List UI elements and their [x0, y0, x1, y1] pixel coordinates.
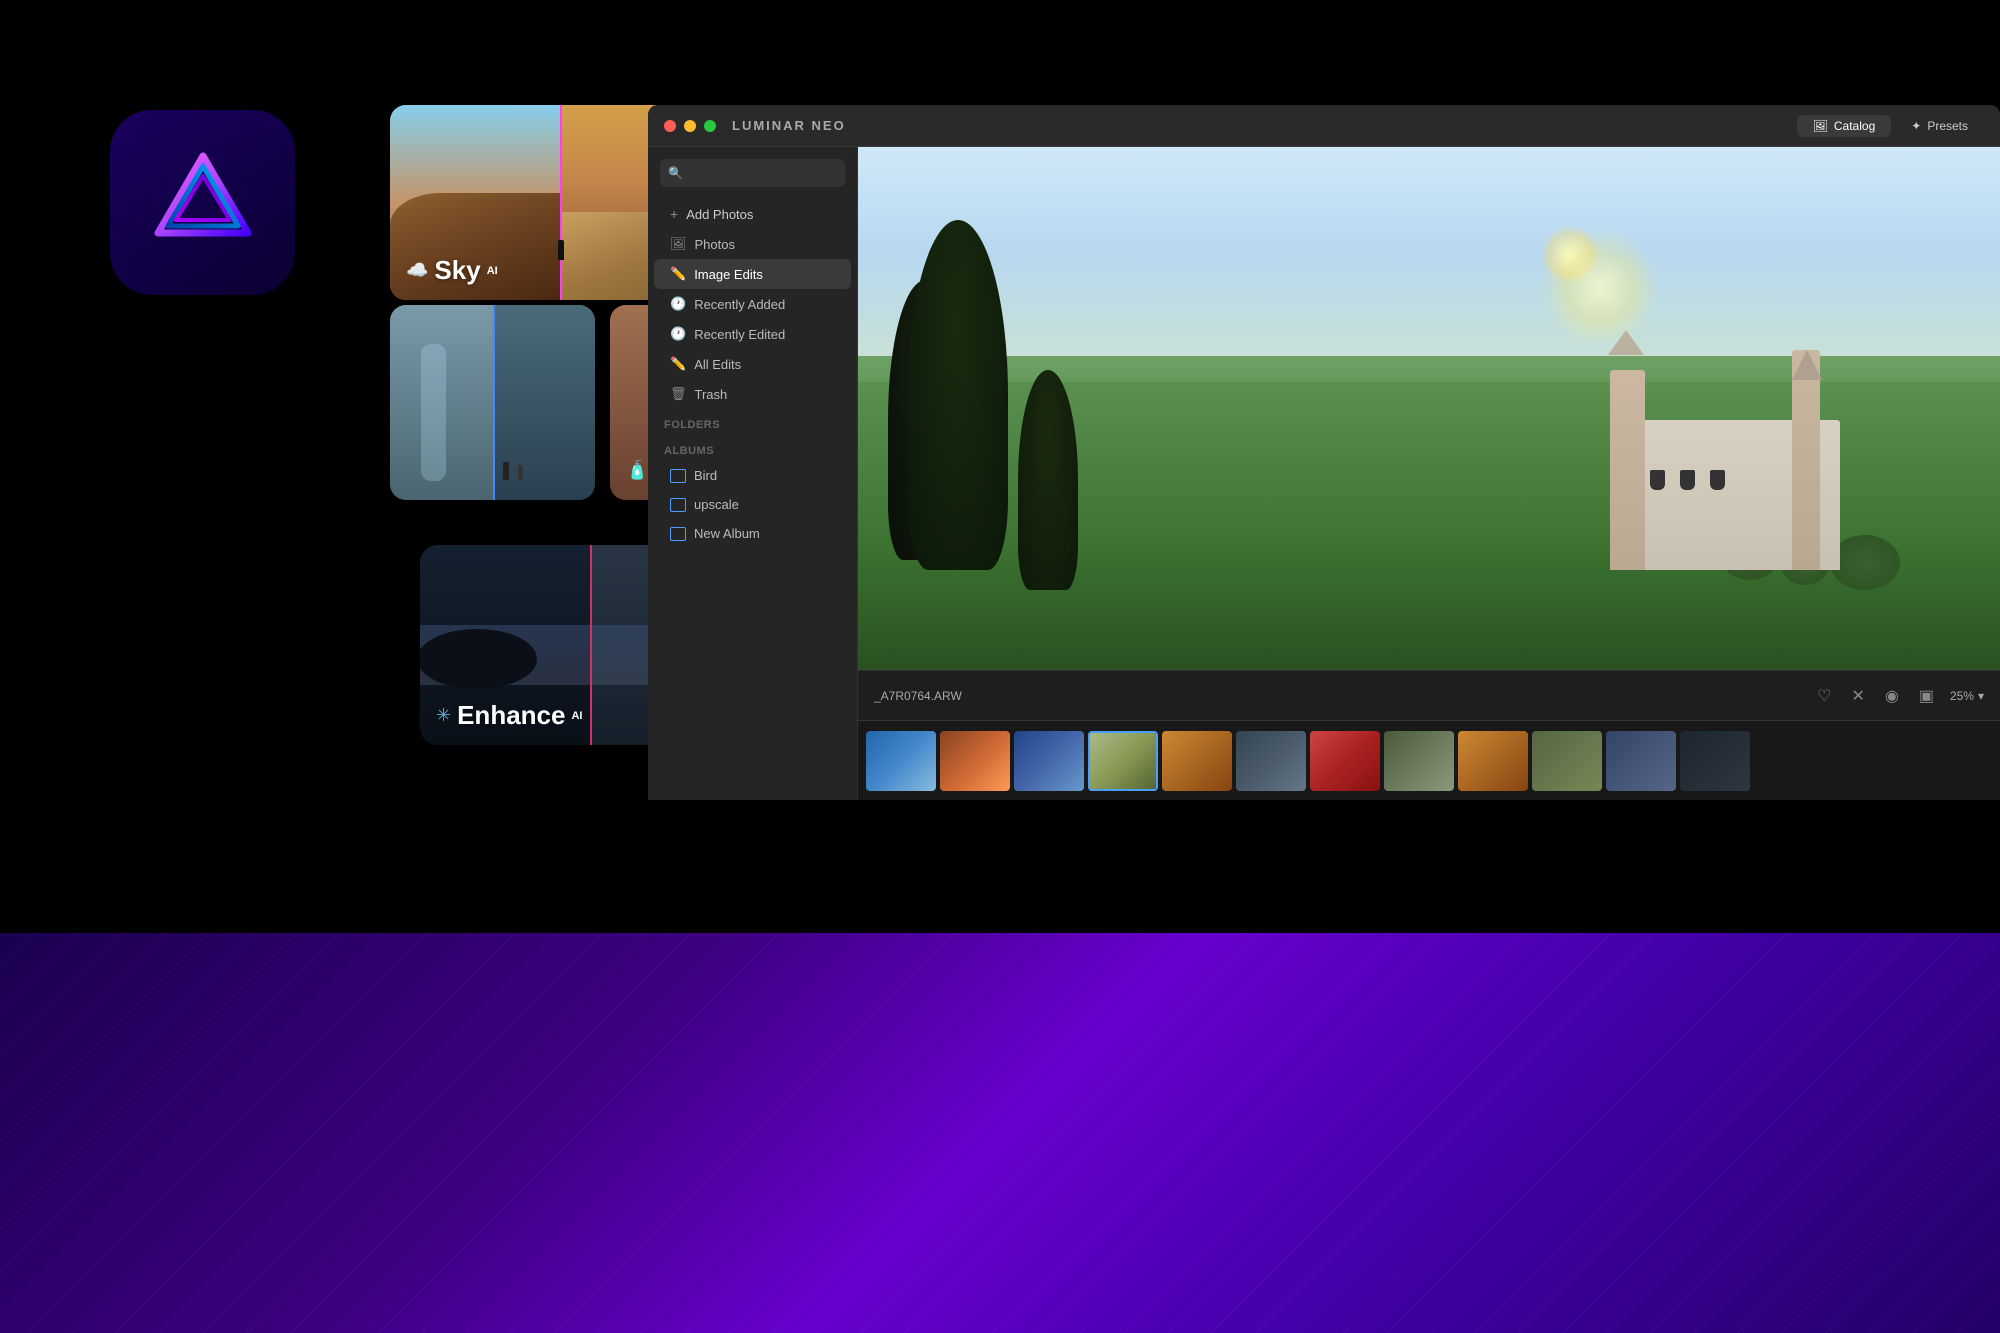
photo-main-area: _A7R0764.ARW ♡ ✕ ◉ ▣ 25% ▾ — [858, 147, 2000, 800]
filmstrip-thumb-6[interactable] — [1236, 731, 1306, 791]
sidebar-item-photos[interactable]: 🖼 Photos — [654, 229, 851, 259]
sidebar-item-new-album[interactable]: New Album — [654, 519, 851, 548]
thumb-image-9 — [1458, 731, 1528, 791]
sidebar-item-upscale-album[interactable]: upscale — [654, 490, 851, 519]
thumb-image-3 — [1014, 731, 1084, 791]
compare-button[interactable]: ▣ — [1915, 682, 1938, 710]
thumb-image-6 — [1236, 731, 1306, 791]
thumb-image-7 — [1310, 731, 1380, 791]
trash-icon: 🗑 — [670, 386, 687, 402]
thumb-image-12 — [1680, 731, 1750, 791]
view-button[interactable]: ◉ — [1881, 682, 1903, 710]
photo-display — [858, 147, 2000, 670]
castle-photo — [858, 147, 2000, 670]
filmstrip-thumb-11[interactable] — [1606, 731, 1676, 791]
photo-filename: _A7R0764.ARW — [874, 689, 962, 703]
photo-toolbar: _A7R0764.ARW ♡ ✕ ◉ ▣ 25% ▾ — [858, 670, 2000, 720]
thumb-image-1 — [866, 731, 936, 791]
recently-added-icon: 🕐 — [670, 296, 686, 312]
sky-label: ☁️ SkyAI — [406, 255, 498, 286]
filmstrip-thumb-3[interactable] — [1014, 731, 1084, 791]
thumb-image-10 — [1532, 731, 1602, 791]
catalog-icon: 🖼 — [1813, 119, 1828, 133]
minimize-button[interactable] — [684, 120, 696, 132]
sky-icon: ☁️ — [406, 260, 428, 281]
albums-section-label: Albums — [648, 435, 857, 461]
folders-section-label: Folders — [648, 409, 857, 435]
search-bar[interactable]: 🔍 — [660, 159, 845, 187]
thumb-image-8 — [1384, 731, 1454, 791]
filmstrip-thumb-5[interactable] — [1162, 731, 1232, 791]
album-icon-upscale — [670, 498, 686, 512]
thumb-image-11 — [1606, 731, 1676, 791]
sidebar: 🔍 + Add Photos 🖼 Photos ✏️ Image Edits 🕐… — [648, 147, 858, 800]
sidebar-item-bird-album[interactable]: Bird — [654, 461, 851, 490]
thumb-image-5 — [1162, 731, 1232, 791]
filmstrip-thumb-8[interactable] — [1384, 731, 1454, 791]
search-icon: 🔍 — [668, 166, 683, 180]
filmstrip-thumb-2[interactable] — [940, 731, 1010, 791]
close-button[interactable] — [664, 120, 676, 132]
background-gradient — [0, 933, 2000, 1333]
sidebar-item-trash[interactable]: 🗑 Trash — [654, 379, 851, 409]
waterfall-card[interactable] — [390, 305, 595, 500]
filmstrip-thumb-4[interactable] — [1088, 731, 1158, 791]
maximize-button[interactable] — [704, 120, 716, 132]
sidebar-item-recently-added[interactable]: 🕐 Recently Added — [654, 289, 851, 319]
title-bar: LUMINAR NEO 🖼 Catalog ✦ Presets — [648, 105, 2000, 147]
app-title: LUMINAR NEO — [732, 118, 846, 133]
app-icon — [110, 110, 295, 295]
zoom-control[interactable]: 25% ▾ — [1950, 689, 1984, 703]
thumb-image-4 — [1090, 733, 1156, 789]
filmstrip-thumb-9[interactable] — [1458, 731, 1528, 791]
filmstrip-thumb-10[interactable] — [1532, 731, 1602, 791]
sidebar-item-image-edits[interactable]: ✏️ Image Edits — [654, 259, 851, 289]
presets-icon: ✦ — [1911, 119, 1921, 133]
app-content: 🔍 + Add Photos 🖼 Photos ✏️ Image Edits 🕐… — [648, 147, 2000, 800]
filmstrip — [858, 720, 2000, 800]
recently-edited-icon: 🕐 — [670, 326, 686, 342]
heart-button[interactable]: ♡ — [1813, 682, 1835, 710]
catalog-tab[interactable]: 🖼 Catalog — [1797, 115, 1892, 137]
remove-button[interactable]: ✕ — [1847, 682, 1868, 710]
thumb-image-2 — [940, 731, 1010, 791]
filmstrip-thumb-1[interactable] — [866, 731, 936, 791]
presets-tab[interactable]: ✦ Presets — [1895, 115, 1984, 137]
enhance-icon: ✳ — [436, 705, 451, 726]
filmstrip-thumb-7[interactable] — [1310, 731, 1380, 791]
app-window: LUMINAR NEO 🖼 Catalog ✦ Presets 🔍 + Add … — [648, 105, 2000, 800]
enhance-label: ✳ EnhanceAI — [436, 700, 582, 731]
window-controls — [664, 120, 716, 132]
photos-icon: 🖼 — [670, 236, 687, 252]
album-icon-new — [670, 527, 686, 541]
sky-split-line — [560, 105, 562, 300]
filmstrip-thumb-12[interactable] — [1680, 731, 1750, 791]
nav-tabs: 🖼 Catalog ✦ Presets — [1797, 115, 1984, 137]
add-photos-button[interactable]: + Add Photos — [654, 199, 851, 229]
skin-icon: 🧴 — [626, 460, 648, 481]
sidebar-item-recently-edited[interactable]: 🕐 Recently Edited — [654, 319, 851, 349]
album-icon — [670, 469, 686, 483]
image-edits-icon: ✏️ — [670, 266, 686, 282]
add-icon: + — [670, 206, 678, 222]
sidebar-item-all-edits[interactable]: ✏️ All Edits — [654, 349, 851, 379]
all-edits-icon: ✏️ — [670, 356, 686, 372]
